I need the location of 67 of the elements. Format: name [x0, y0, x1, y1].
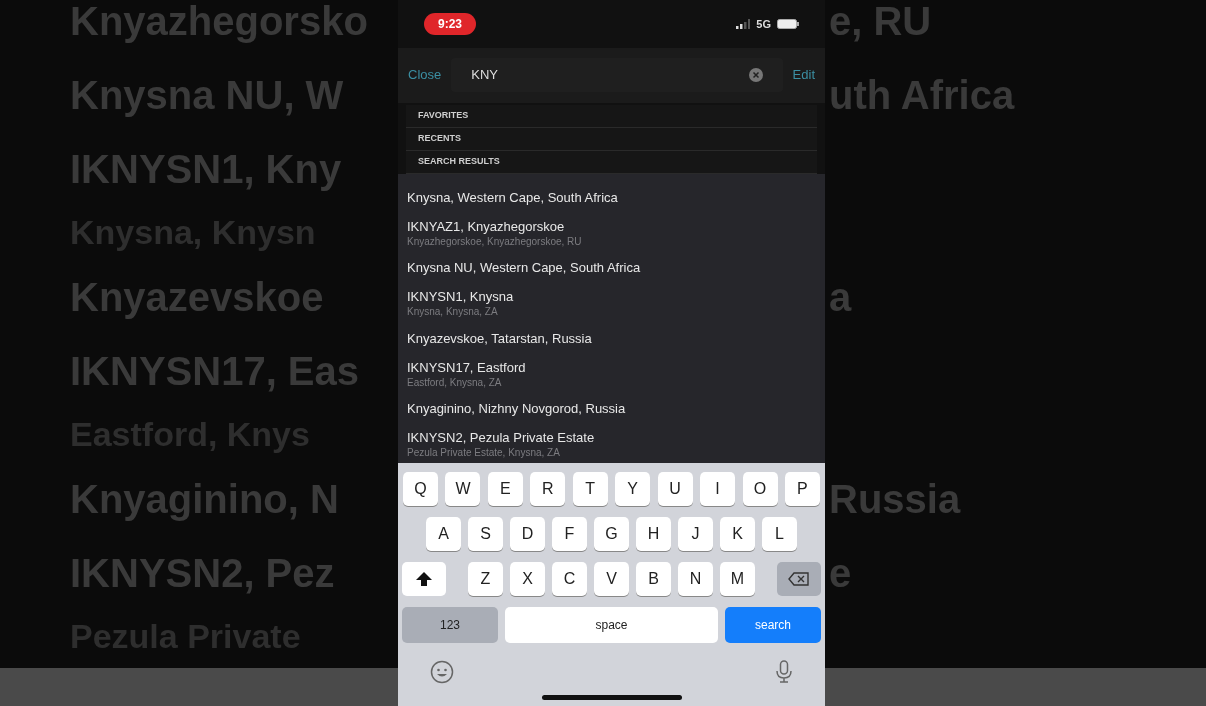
result-title: IKNYAZ1, Knyazhegorskoe	[407, 218, 566, 235]
keyboard-key[interactable]: H	[636, 517, 671, 551]
result-title: Knyazevskoe, Tatarstan, Russia	[407, 330, 593, 347]
backspace-icon	[788, 572, 810, 586]
keyboard-key[interactable]: C	[552, 562, 587, 596]
result-item[interactable]: Knyazevskoe, Tatarstan, Russia	[407, 321, 816, 356]
keyboard-key[interactable]: Z	[468, 562, 503, 596]
result-title: IKNYSN2, Pezula Private Estate	[407, 430, 596, 447]
battery-icon	[777, 18, 799, 29]
shift-icon	[416, 572, 432, 586]
section-header: FAVORITES	[406, 104, 817, 128]
keyboard-key[interactable]: G	[594, 517, 629, 551]
signal-icon	[736, 18, 751, 29]
keyboard-key[interactable]: Y	[615, 472, 651, 506]
keyboard-key[interactable]: O	[742, 472, 778, 506]
keyboard-key[interactable]: I	[700, 472, 736, 506]
keyboard-key[interactable]: L	[762, 517, 797, 551]
keyboard-key[interactable]: Q	[403, 472, 438, 506]
keyboard-key[interactable]: U	[657, 472, 693, 506]
section-header: SEARCH RESULTS	[406, 150, 817, 174]
clear-icon[interactable]	[748, 68, 763, 83]
shift-key[interactable]	[402, 562, 446, 596]
keyboard-key[interactable]: A	[426, 517, 461, 551]
result-item[interactable]: IKNYSN17, Eastford Eastford, Knysna, ZA	[407, 355, 816, 393]
result-item[interactable]: IKNYAZ1, Knyazhegorskoe Knyazhegorskoe, Knyazhegorskoe, RU	[407, 214, 816, 252]
section-header: RECENTS	[406, 127, 817, 151]
keyboard-key[interactable]: P	[784, 472, 820, 506]
result-title: Knyaginino, Nizhny Novgorod, Russia	[407, 401, 627, 418]
space-key[interactable]: space	[505, 607, 718, 643]
result-item[interactable]: Knyaginino, Nizhny Novgorod, Russia	[407, 392, 816, 427]
result-title: Knysna, Western Cape, South Africa	[407, 189, 619, 206]
result-title: IKNYSN1, Knysna	[407, 289, 515, 306]
keyboard-key[interactable]: K	[720, 517, 755, 551]
close-button[interactable]: Close	[408, 65, 442, 85]
result-subtitle: Eastford, Knysna, ZA	[407, 375, 503, 389]
result-subtitle: Knysna, Knysna, ZA	[407, 305, 499, 319]
keyboard-key[interactable]: D	[510, 517, 545, 551]
result-title: IKNYSN17, Eastford	[407, 359, 527, 376]
result-subtitle: Pezula Private Estate, Knysna, ZA	[407, 446, 561, 460]
network-label: 5G	[756, 16, 771, 32]
keyboard-key[interactable]: F	[552, 517, 587, 551]
keyboard-key[interactable]: E	[487, 472, 523, 506]
keyboard-key[interactable]: B	[636, 562, 671, 596]
recording-time-pill: 9:23	[424, 12, 477, 35]
result-subtitle: Knyazhegorskoe, Knyazhegorskoe, RU	[407, 234, 583, 248]
keyboard-key[interactable]: W	[445, 472, 481, 506]
keyboard-key[interactable]: N	[678, 562, 713, 596]
keyboard-key[interactable]: V	[594, 562, 629, 596]
keyboard-key[interactable]: R	[530, 472, 566, 506]
keyboard-key[interactable]: S	[468, 517, 503, 551]
result-title: Knysna NU, Western Cape, South Africa	[407, 260, 642, 277]
result-item[interactable]: IKNYSN1, Knysna Knysna, Knysna, ZA	[407, 285, 816, 322]
result-item[interactable]: Knysna NU, Western Cape, South Africa	[407, 251, 816, 286]
edit-button[interactable]: Edit	[792, 65, 815, 85]
keyboard-key[interactable]: T	[572, 472, 608, 506]
numbers-key[interactable]: 123	[402, 607, 498, 643]
microphone-icon[interactable]	[775, 660, 793, 684]
search-key[interactable]: search	[725, 607, 821, 643]
emoji-icon[interactable]	[430, 660, 454, 684]
keyboard-key[interactable]: J	[678, 517, 713, 551]
delete-key[interactable]	[777, 562, 821, 596]
search-value: KNY	[471, 66, 499, 85]
result-item[interactable]: Knysna, Western Cape, South Africa	[407, 180, 816, 215]
keyboard-key[interactable]: M	[720, 562, 755, 596]
search-field[interactable]: KNY	[451, 58, 783, 93]
keyboard-key[interactable]: X	[510, 562, 545, 596]
result-item[interactable]: IKNYSN2, Pezula Private Estate Pezula Private Estate, Knysna, ZA	[407, 426, 816, 463]
